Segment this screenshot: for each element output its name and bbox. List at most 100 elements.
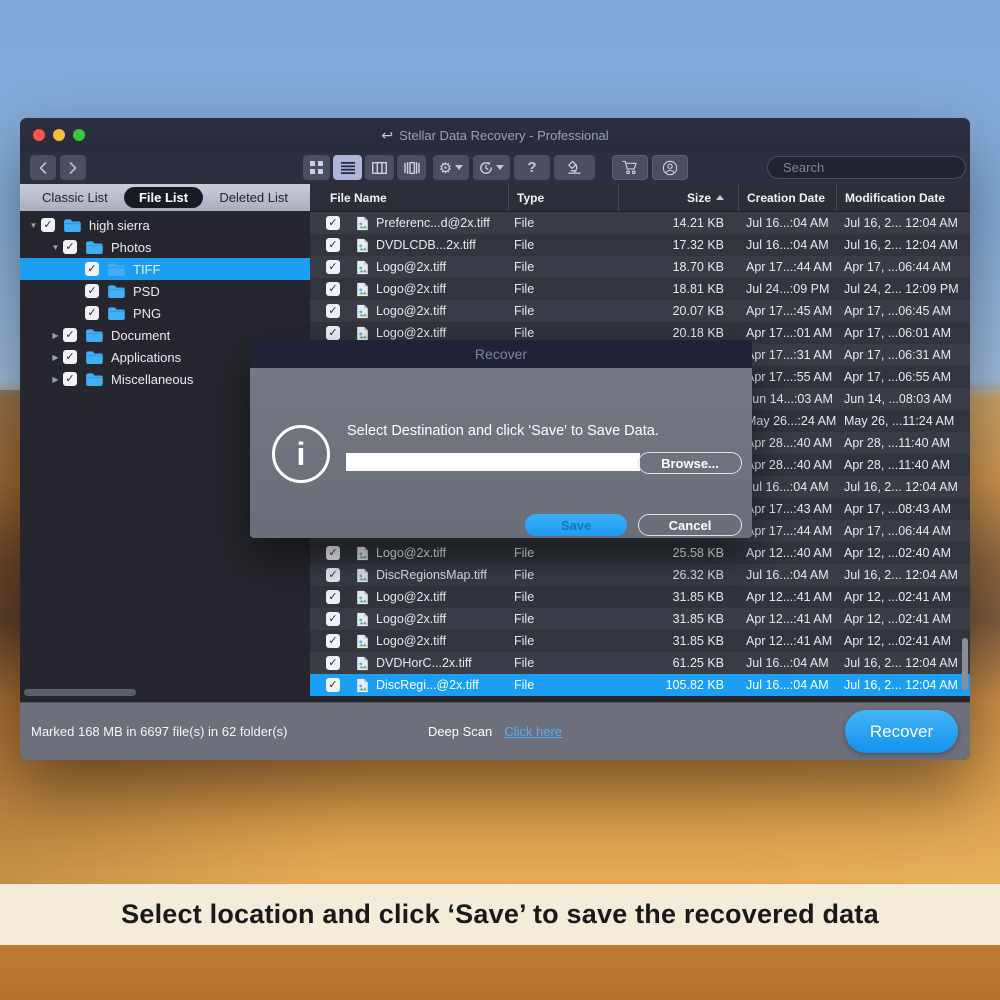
tree-checkbox[interactable]: ✓: [63, 372, 77, 386]
browse-button[interactable]: Browse...: [638, 452, 742, 474]
table-row[interactable]: ✓ Logo@2x.tiff File 31.85 KB Apr 12...:41 A…: [310, 586, 970, 608]
row-type: File: [514, 546, 535, 560]
tree-item-tiff[interactable]: ✓ TIFF: [20, 258, 310, 280]
row-checkbox[interactable]: ✓: [326, 634, 340, 648]
vertical-scrollbar-thumb[interactable]: [962, 638, 968, 690]
row-checkbox[interactable]: ✓: [326, 590, 340, 604]
nav-forward-button[interactable]: [60, 155, 86, 180]
search-field[interactable]: [767, 156, 966, 179]
list-mode-tabs: Classic List File List Deleted List: [20, 184, 310, 211]
destination-path-input[interactable]: [346, 453, 640, 471]
list-view-icon: [340, 161, 355, 174]
list-view-button[interactable]: [333, 155, 362, 180]
tab-deleted-list[interactable]: Deleted List: [211, 187, 296, 208]
cancel-button[interactable]: Cancel: [638, 514, 742, 536]
deep-scan-link[interactable]: Click here: [504, 724, 562, 739]
table-row[interactable]: ✓ Logo@2x.tiff File 31.85 KB Apr 12...:41 A…: [310, 608, 970, 630]
microscope-icon: [568, 160, 581, 174]
table-row[interactable]: ✓ Logo@2x.tiff File 25.58 KB Apr 12...:40 A…: [310, 542, 970, 564]
row-checkbox[interactable]: ✓: [326, 282, 340, 296]
column-header-modification-date[interactable]: Modification Date: [836, 184, 970, 211]
chevron-left-icon: [39, 161, 47, 174]
tree-item-photos[interactable]: ▼ ✓ Photos: [20, 236, 310, 258]
settings-dropdown-button[interactable]: ⚙: [433, 155, 469, 180]
file-icon-wrap: [356, 326, 369, 341]
row-creation-date: Apr 12...:41 AM: [746, 590, 833, 604]
tree-item-high-sierra[interactable]: ▼ ✓ high sierra: [20, 214, 310, 236]
row-creation-date: Apr 17...:31 AM: [746, 348, 833, 362]
save-button[interactable]: Save: [525, 514, 627, 536]
column-header-type[interactable]: Type: [508, 184, 618, 211]
resume-recovery-dropdown-button[interactable]: [473, 155, 510, 180]
file-icon: [357, 260, 368, 274]
tree-item-png[interactable]: ✓ PNG: [20, 302, 310, 324]
row-checkbox[interactable]: ✓: [326, 216, 340, 230]
table-row[interactable]: ✓ DiscRegionsMap.tiff File 26.32 KB Jul 16.…: [310, 564, 970, 586]
coverflow-view-button[interactable]: [397, 155, 426, 180]
row-checkbox[interactable]: ✓: [326, 656, 340, 670]
file-name-text: Logo@2x.tiff: [376, 260, 447, 274]
chevron-right-icon: [69, 161, 77, 174]
preview-scan-button[interactable]: [554, 155, 595, 180]
horizontal-scrollbar-thumb[interactable]: [24, 689, 136, 696]
help-button[interactable]: ?: [514, 155, 550, 180]
tree-item-psd[interactable]: ✓ PSD: [20, 280, 310, 302]
row-checkbox[interactable]: ✓: [326, 304, 340, 318]
tree-checkbox[interactable]: ✓: [63, 240, 77, 254]
column-header-size[interactable]: Size: [618, 184, 738, 211]
column-header-creation-date[interactable]: Creation Date: [738, 184, 836, 211]
row-file-name: DVDLCDB...2x.tiff: [356, 238, 508, 253]
tree-checkbox[interactable]: ✓: [63, 350, 77, 364]
table-row[interactable]: ✓ DiscRegi...@2x.tiff File 105.82 KB Jul 16…: [310, 674, 970, 696]
row-checkbox[interactable]: ✓: [326, 612, 340, 626]
row-type: File: [514, 634, 535, 648]
file-name-text: Logo@2x.tiff: [376, 546, 447, 560]
row-checkbox[interactable]: ✓: [326, 568, 340, 582]
folder-icon-wrap: [63, 218, 81, 232]
tab-classic-list[interactable]: Classic List: [34, 187, 116, 208]
column-header-file-name[interactable]: File Name: [310, 191, 508, 205]
row-checkbox[interactable]: ✓: [326, 260, 340, 274]
row-checkbox[interactable]: ✓: [326, 678, 340, 692]
window-title: ↩ Stellar Data Recovery - Professional: [381, 126, 609, 143]
row-type: File: [514, 326, 535, 340]
row-type: File: [514, 656, 535, 670]
table-row[interactable]: ✓ Logo@2x.tiff File 20.07 KB Apr 17...:45 A…: [310, 300, 970, 322]
table-row[interactable]: ✓ Logo@2x.tiff File 31.85 KB Apr 12...:41 A…: [310, 630, 970, 652]
disclosure-open-icon[interactable]: ▼: [26, 221, 41, 230]
tree-checkbox[interactable]: ✓: [85, 284, 99, 298]
row-checkbox[interactable]: ✓: [326, 546, 340, 560]
disclosure-closed-icon[interactable]: ▶: [48, 353, 63, 362]
disclosure-closed-icon[interactable]: ▶: [48, 375, 63, 384]
row-checkbox[interactable]: ✓: [326, 238, 340, 252]
row-checkbox[interactable]: ✓: [326, 326, 340, 340]
icon-view-button[interactable]: [303, 155, 330, 180]
tree-checkbox[interactable]: ✓: [41, 218, 55, 232]
row-creation-date: Jul 16...:04 AM: [746, 480, 829, 494]
file-name-text: Logo@2x.tiff: [376, 612, 447, 626]
table-row[interactable]: ✓ Logo@2x.tiff File 18.81 KB Jul 24...:09 P…: [310, 278, 970, 300]
tree-checkbox[interactable]: ✓: [63, 328, 77, 342]
buy-online-button[interactable]: [612, 155, 648, 180]
row-modification-date: Jul 16, 2... 12:04 AM: [844, 678, 958, 692]
tree-checkbox[interactable]: ✓: [85, 306, 99, 320]
file-name-text: Logo@2x.tiff: [376, 590, 447, 604]
row-creation-date: Apr 17...:55 AM: [746, 370, 833, 384]
tab-file-list[interactable]: File List: [123, 187, 204, 208]
column-view-button[interactable]: [365, 155, 394, 180]
account-button[interactable]: [652, 155, 688, 180]
folder-icon: [86, 329, 103, 342]
row-creation-date: Jul 16...:04 AM: [746, 568, 829, 582]
file-name-text: DiscRegi...@2x.tiff: [376, 678, 479, 692]
file-icon-wrap: [356, 282, 369, 297]
disclosure-closed-icon[interactable]: ▶: [48, 331, 63, 340]
tree-checkbox[interactable]: ✓: [85, 262, 99, 276]
table-row[interactable]: ✓ Logo@2x.tiff File 18.70 KB Apr 17...:44 A…: [310, 256, 970, 278]
disclosure-open-icon[interactable]: ▼: [48, 243, 63, 252]
table-row[interactable]: ✓ DVDLCDB...2x.tiff File 17.32 KB Jul 16...…: [310, 234, 970, 256]
nav-back-button[interactable]: [30, 155, 56, 180]
recover-button[interactable]: Recover: [845, 710, 958, 753]
table-row[interactable]: ✓ DVDHorC...2x.tiff File 61.25 KB Jul 16...…: [310, 652, 970, 674]
search-input[interactable]: [781, 159, 961, 176]
table-row[interactable]: ✓ Preferenc...d@2x.tiff File 14.21 KB Jul 1…: [310, 212, 970, 234]
